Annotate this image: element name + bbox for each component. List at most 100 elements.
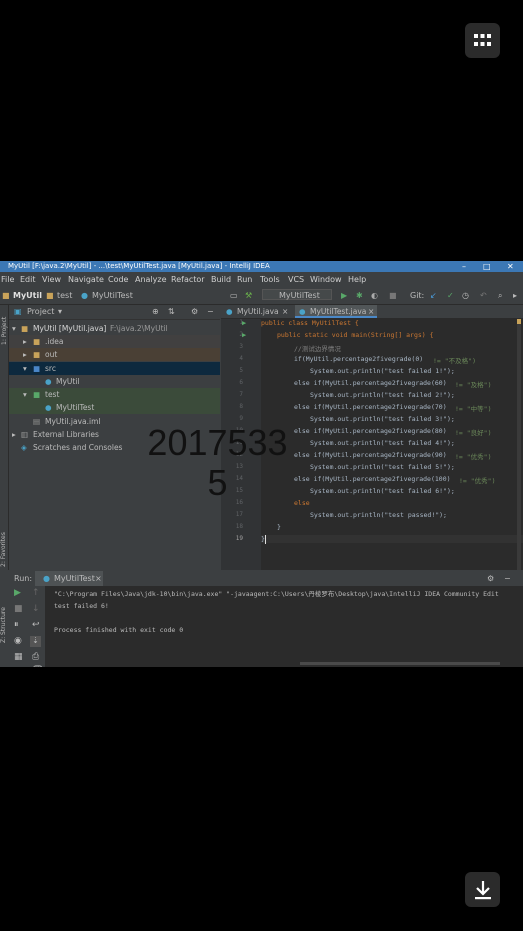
- code-line: System.out.println("test failed 6!");: [310, 487, 455, 495]
- download-button[interactable]: [465, 872, 500, 907]
- clear-icon[interactable]: ▤: [14, 666, 23, 667]
- menu-window[interactable]: Window: [310, 273, 342, 287]
- pause-icon[interactable]: ⏸: [14, 620, 19, 630]
- tree-item-src[interactable]: ▾ ■ src: [9, 362, 220, 375]
- camera-icon[interactable]: ◉: [14, 636, 22, 646]
- code-line: public static void main(String[] args) {: [277, 331, 434, 339]
- tree-label: External Libraries: [33, 430, 99, 439]
- structure-tool-tab[interactable]: Z: Structure: [0, 607, 7, 643]
- close-icon[interactable]: ×: [282, 305, 288, 318]
- run-gutter-icon[interactable]: ▶: [242, 331, 246, 339]
- gear-icon[interactable]: ⚙: [487, 571, 494, 586]
- watermark-line-2: 5: [207, 462, 228, 503]
- console-horizontal-scrollbar[interactable]: [300, 662, 500, 665]
- scroll-end-icon[interactable]: ⇣: [30, 636, 41, 647]
- run-gutter-icon[interactable]: ▶: [242, 319, 246, 327]
- tree-item-myutiltest[interactable]: ● MyUtilTest: [9, 401, 220, 414]
- code-line: != "良好"): [455, 429, 492, 437]
- menu-edit[interactable]: Edit: [20, 273, 36, 287]
- breadcrumb-test[interactable]: test: [57, 287, 72, 304]
- run-config-select[interactable]: MyUtilTest: [262, 289, 332, 300]
- code-line: else if(MyUtil.percentage2fivegrade(90): [294, 451, 447, 459]
- menu-view[interactable]: View: [42, 273, 61, 287]
- favorites-tool-tab[interactable]: 2: Favorites: [0, 532, 7, 567]
- debug-icon[interactable]: ✱: [356, 287, 363, 304]
- tree-item-idea[interactable]: ▸ ■ .idea: [9, 335, 220, 348]
- class-icon: ●: [43, 574, 50, 583]
- menu-help[interactable]: Help: [348, 273, 366, 287]
- tree-item-test[interactable]: ▾ ■ test: [9, 388, 220, 401]
- build-hammer-icon[interactable]: ⚒: [245, 287, 252, 304]
- line-number: 5: [239, 367, 243, 374]
- class-icon: ●: [81, 291, 88, 300]
- menu-tools[interactable]: Tools: [260, 273, 280, 287]
- class-icon: ●: [45, 403, 52, 412]
- run-icon[interactable]: ▶: [341, 287, 347, 304]
- console-output[interactable]: "C:\Program Files\Java\jdk-10\bin\java.e…: [54, 588, 499, 634]
- class-icon: ●: [45, 377, 52, 386]
- menu-analyze[interactable]: Analyze: [135, 273, 167, 287]
- stop-icon[interactable]: ■: [389, 287, 397, 304]
- download-icon: [474, 880, 491, 899]
- rerun-icon[interactable]: ▶: [14, 588, 21, 598]
- hide-icon[interactable]: −: [504, 571, 511, 586]
- menu-refactor[interactable]: Refactor: [171, 273, 205, 287]
- collapse-icon[interactable]: ⇅: [168, 305, 175, 319]
- project-view-select[interactable]: Project: [27, 305, 54, 319]
- code-line: != "不及格"): [433, 357, 476, 365]
- breadcrumb-class[interactable]: MyUtilTest: [92, 287, 133, 304]
- breadcrumb-project[interactable]: MyUtil: [13, 287, 42, 304]
- editor-scrollbar[interactable]: [517, 319, 521, 570]
- menu-code[interactable]: Code: [108, 273, 128, 287]
- tab-myutil[interactable]: MyUtil.java: [237, 305, 279, 318]
- tree-label: test: [45, 390, 60, 399]
- wrap-icon[interactable]: ↩: [32, 620, 40, 630]
- revert-icon[interactable]: ↶: [480, 287, 487, 304]
- menu-file[interactable]: File: [1, 273, 14, 287]
- console-exit-line: Process finished with exit code 0: [54, 626, 184, 634]
- vcs-commit-icon[interactable]: ✓: [447, 287, 454, 304]
- line-number: 17: [235, 511, 243, 518]
- history-icon[interactable]: ◷: [462, 287, 469, 304]
- target-icon[interactable]: ⊕: [152, 305, 159, 319]
- search-icon[interactable]: ⌕: [498, 287, 502, 304]
- layout-icon[interactable]: ▦: [14, 652, 23, 662]
- run-header: Run: ● MyUtilTest × ⚙ −: [0, 571, 523, 586]
- delete-icon[interactable]: 🗑: [32, 666, 43, 667]
- close-icon[interactable]: ×: [368, 305, 374, 318]
- menu-vcs[interactable]: VCS: [288, 273, 304, 287]
- down-icon[interactable]: ↓: [32, 604, 40, 614]
- hide-icon[interactable]: −: [207, 305, 214, 319]
- vcs-update-icon[interactable]: ↙: [430, 287, 437, 304]
- menu-build[interactable]: Build: [211, 273, 231, 287]
- chevron-down-icon[interactable]: ▾: [58, 305, 62, 319]
- gear-icon[interactable]: ⚙: [191, 305, 198, 319]
- print-icon[interactable]: ⎙: [32, 652, 39, 662]
- more-icon[interactable]: ▸: [513, 287, 517, 304]
- coverage-icon[interactable]: ◐: [371, 287, 378, 304]
- run-tab[interactable]: MyUtilTest: [54, 571, 95, 586]
- line-number: 6: [239, 379, 243, 386]
- grid-menu-button[interactable]: [465, 23, 500, 58]
- tree-item-root[interactable]: ▾ ■ MyUtil [MyUtil.java] F:\java.2\MyUti…: [9, 322, 220, 335]
- line-number: 8: [239, 403, 243, 410]
- project-tool-tab[interactable]: 1: Project: [1, 317, 8, 345]
- up-icon[interactable]: ↑: [32, 588, 40, 598]
- menu-navigate[interactable]: Navigate: [68, 273, 104, 287]
- left-tool-strip: 1: Project: [0, 305, 9, 570]
- line-number: 1: [239, 319, 243, 326]
- code-line: != "优秀"): [459, 477, 496, 485]
- run-tool-window: Run: ● MyUtilTest × ⚙ − ▶ ↑ ■ ↓ ⏸ ↩ ◉ ⇣ …: [0, 571, 523, 667]
- minimize-icon[interactable]: –: [462, 261, 466, 272]
- close-icon[interactable]: ✕: [507, 261, 514, 272]
- maximize-icon[interactable]: □: [483, 261, 491, 272]
- layout-icon[interactable]: ▭: [230, 287, 238, 304]
- warning-marker[interactable]: [517, 319, 521, 324]
- close-icon[interactable]: ×: [95, 571, 102, 586]
- menu-run[interactable]: Run: [237, 273, 252, 287]
- tree-item-out[interactable]: ▸ ■ out: [9, 348, 220, 361]
- tree-item-myutil[interactable]: ● MyUtil: [9, 375, 220, 388]
- tab-myutiltest[interactable]: MyUtilTest.java: [310, 305, 366, 318]
- console-command-line: "C:\Program Files\Java\jdk-10\bin\java.e…: [54, 590, 499, 598]
- stop-icon[interactable]: ■: [14, 604, 23, 614]
